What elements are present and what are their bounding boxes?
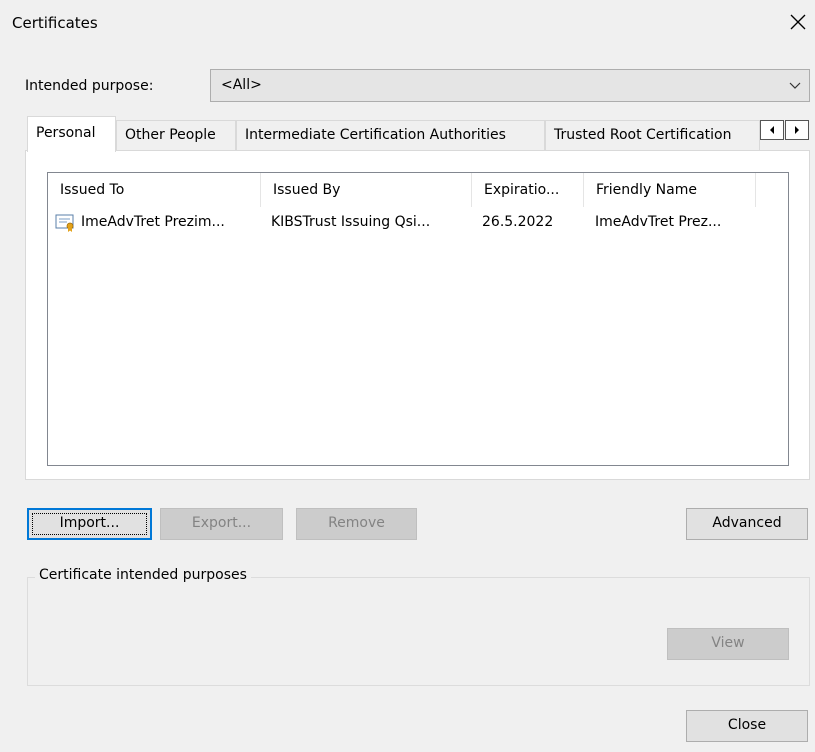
tab-other-people[interactable]: Other People (116, 120, 236, 150)
tab-scroll-left-button[interactable] (760, 120, 784, 140)
chevron-down-icon (789, 82, 801, 89)
focus-ring (32, 513, 147, 535)
intended-purpose-value: <All> (221, 77, 262, 93)
tab-scroll-right-button[interactable] (785, 120, 809, 140)
tab-trusted-root-certification[interactable]: Trusted Root Certification (545, 120, 760, 150)
remove-button-label: Remove (328, 515, 385, 531)
intended-purpose-dropdown[interactable]: <All> (210, 69, 810, 102)
import-button[interactable]: Import... (27, 508, 152, 540)
intended-purpose-label: Intended purpose: (25, 78, 154, 94)
advanced-button[interactable]: Advanced (686, 508, 808, 540)
export-button-label: Export... (191, 515, 252, 531)
close-button-label: Close (727, 717, 767, 733)
export-button[interactable]: Export... (160, 508, 283, 540)
close-window-icon[interactable] (786, 10, 810, 34)
arrow-right-icon (795, 126, 799, 134)
cell-friendly-name: ImeAdvTret Prez... (595, 214, 722, 230)
table-row[interactable]: ImeAdvTret Prezim... KIBSTrust Issuing Q… (48, 173, 788, 243)
view-button[interactable]: View (667, 628, 789, 660)
cell-issued-to: ImeAdvTret Prezim... (81, 214, 225, 230)
arrow-left-icon (770, 126, 774, 134)
dialog-title: Certificates (12, 14, 98, 32)
advanced-button-label: Advanced (712, 515, 782, 531)
tab-intermediate-certification-authorities[interactable]: Intermediate Certification Authorities (236, 120, 545, 150)
cell-expiration: 26.5.2022 (482, 214, 554, 230)
certificate-list[interactable]: Issued To Issued By Expiratio... Friendl… (47, 172, 789, 466)
remove-button[interactable]: Remove (296, 508, 417, 540)
tab-panel-personal: Issued To Issued By Expiratio... Friendl… (25, 150, 810, 480)
view-button-label: View (711, 635, 745, 651)
cell-issued-by: KIBSTrust Issuing Qsi... (271, 214, 431, 230)
tab-scroll-buttons (760, 120, 810, 140)
tab-personal[interactable]: Personal (27, 116, 116, 152)
close-button[interactable]: Close (686, 710, 808, 742)
certificate-icon (55, 214, 74, 232)
group-legend: Certificate intended purposes (35, 567, 251, 583)
